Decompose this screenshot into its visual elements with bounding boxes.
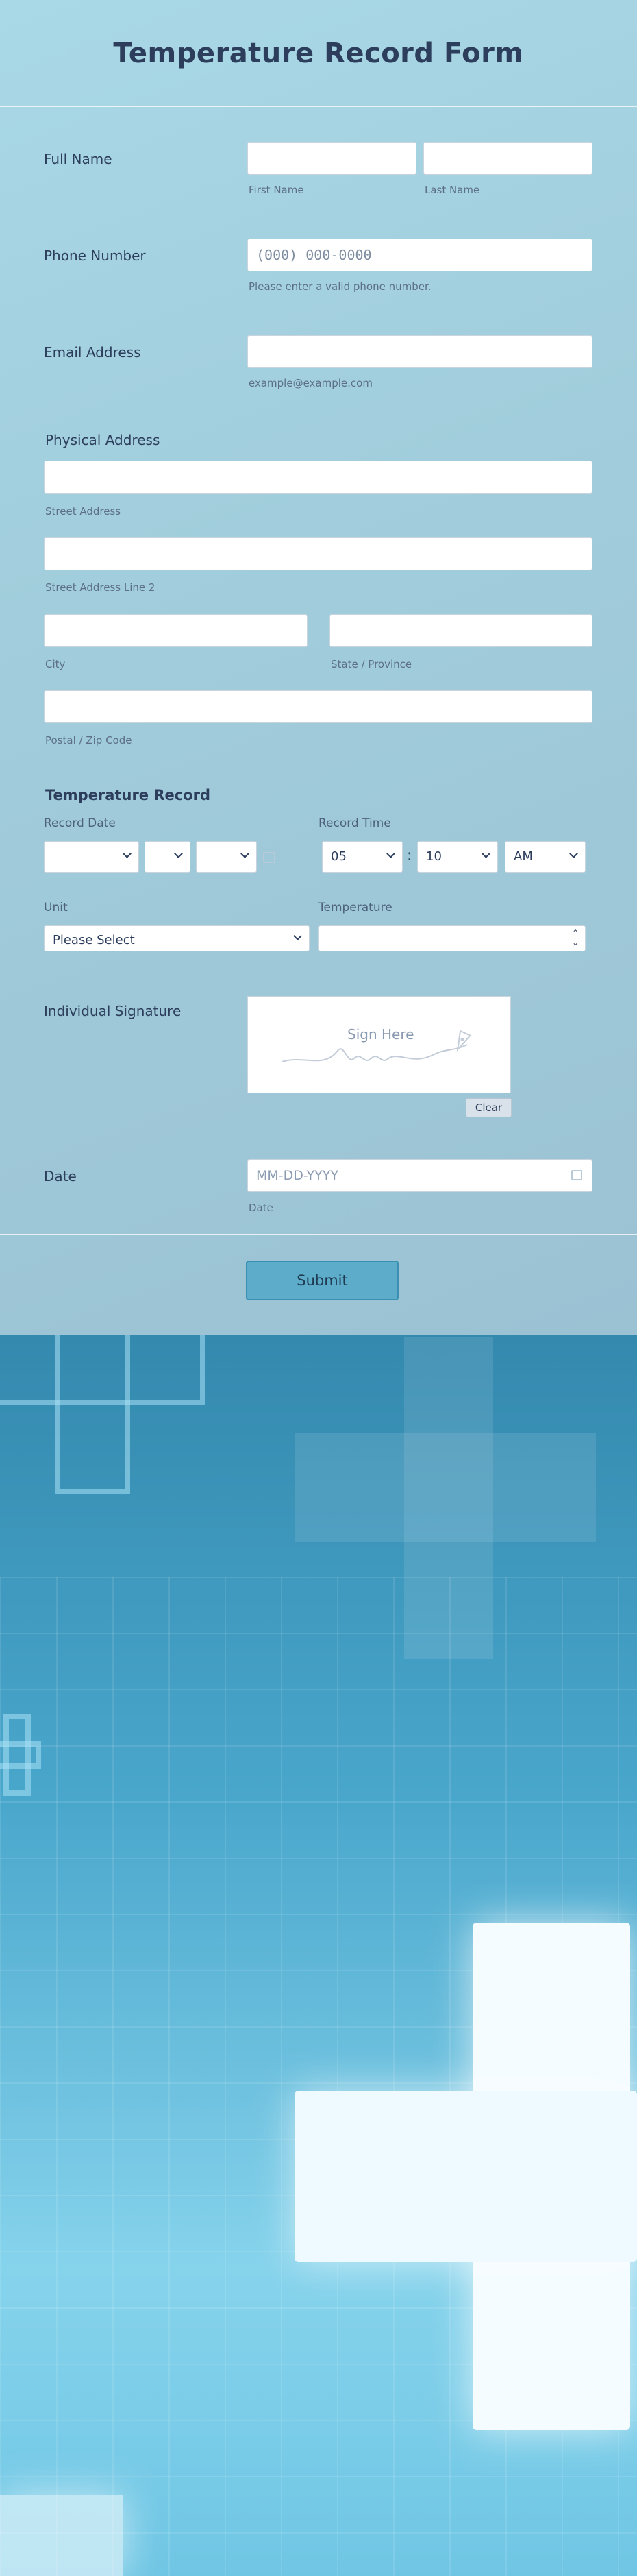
record-minute-select[interactable]: 10 bbox=[417, 841, 498, 873]
unit-select[interactable]: Please Select bbox=[44, 925, 310, 951]
state-province-input[interactable] bbox=[329, 614, 592, 647]
chevron-down-icon bbox=[293, 932, 302, 940]
form-panel: Temperature Record Form Full Name First … bbox=[0, 0, 637, 1335]
date-input-placeholder: MM-DD-YYYY bbox=[256, 1168, 338, 1183]
record-time-label: Record Time bbox=[318, 816, 391, 830]
record-ampm-value: AM bbox=[514, 849, 533, 864]
unit-label: Unit bbox=[44, 901, 68, 914]
record-month-select[interactable] bbox=[44, 841, 139, 873]
record-hour-select[interactable]: 05 bbox=[322, 841, 403, 873]
form-header: Temperature Record Form bbox=[0, 0, 637, 107]
email-address-label: Email Address bbox=[44, 344, 141, 361]
record-ampm-select[interactable]: AM bbox=[505, 841, 586, 873]
first-name-input[interactable] bbox=[247, 142, 416, 175]
temperature-input[interactable]: ⌃ ⌄ bbox=[318, 925, 586, 951]
phone-number-hint: Please enter a valid phone number. bbox=[249, 280, 432, 293]
signature-pad[interactable]: Sign Here bbox=[247, 996, 511, 1093]
chevron-down-icon bbox=[569, 849, 578, 858]
postal-code-input[interactable] bbox=[44, 690, 592, 723]
record-hour-value: 05 bbox=[331, 849, 347, 864]
street-address-line2-sublabel: Street Address Line 2 bbox=[45, 581, 155, 594]
record-day-select[interactable] bbox=[145, 841, 190, 873]
email-input[interactable] bbox=[247, 335, 592, 368]
street-address-line2-input[interactable] bbox=[44, 537, 592, 570]
date-label: Date bbox=[44, 1168, 77, 1184]
calendar-icon[interactable] bbox=[263, 852, 275, 863]
record-year-select[interactable] bbox=[196, 841, 257, 873]
clear-signature-button[interactable]: Clear bbox=[466, 1098, 512, 1117]
chevron-down-icon bbox=[386, 849, 395, 858]
submit-button[interactable]: Submit bbox=[246, 1261, 399, 1300]
individual-signature-label: Individual Signature bbox=[44, 1003, 182, 1019]
full-name-label: Full Name bbox=[44, 151, 112, 167]
background-white-cross bbox=[295, 1923, 637, 2430]
date-sublabel: Date bbox=[249, 1202, 273, 1214]
form-title: Temperature Record Form bbox=[113, 37, 524, 69]
first-name-sublabel: First Name bbox=[249, 184, 304, 196]
city-input[interactable] bbox=[44, 614, 308, 647]
chevron-down-icon bbox=[482, 849, 490, 858]
unit-select-value: Please Select bbox=[53, 933, 135, 947]
record-minute-value: 10 bbox=[426, 849, 442, 864]
background-cross-mid bbox=[295, 1337, 596, 1659]
phone-number-label: Phone Number bbox=[44, 247, 146, 264]
date-input[interactable]: MM-DD-YYYY bbox=[247, 1159, 592, 1192]
postal-code-sublabel: Postal / Zip Code bbox=[45, 734, 132, 746]
submit-area: Submit bbox=[0, 1234, 637, 1335]
email-hint: example@example.com bbox=[249, 377, 373, 389]
signature-squiggle-icon bbox=[282, 1030, 472, 1062]
state-province-sublabel: State / Province bbox=[331, 658, 412, 670]
physical-address-title: Physical Address bbox=[45, 432, 160, 448]
time-separator: : bbox=[407, 847, 412, 864]
temperature-label: Temperature bbox=[318, 901, 392, 914]
last-name-input[interactable] bbox=[423, 142, 592, 175]
city-sublabel: City bbox=[45, 658, 66, 670]
temperature-record-title: Temperature Record bbox=[45, 787, 211, 803]
last-name-sublabel: Last Name bbox=[425, 184, 480, 196]
chevron-down-icon bbox=[240, 849, 249, 858]
background-small-cross bbox=[0, 1714, 55, 1803]
calendar-icon[interactable] bbox=[571, 1170, 582, 1180]
number-stepper-icon[interactable]: ⌃ ⌄ bbox=[572, 928, 579, 947]
record-date-label: Record Date bbox=[44, 816, 116, 830]
background-glow-block bbox=[0, 2495, 123, 2576]
street-address-sublabel: Street Address bbox=[45, 505, 121, 518]
phone-number-input[interactable]: (000) 000-0000 bbox=[247, 239, 592, 271]
chevron-down-icon bbox=[123, 849, 132, 858]
street-address-input[interactable] bbox=[44, 461, 592, 494]
chevron-down-icon bbox=[174, 849, 183, 858]
